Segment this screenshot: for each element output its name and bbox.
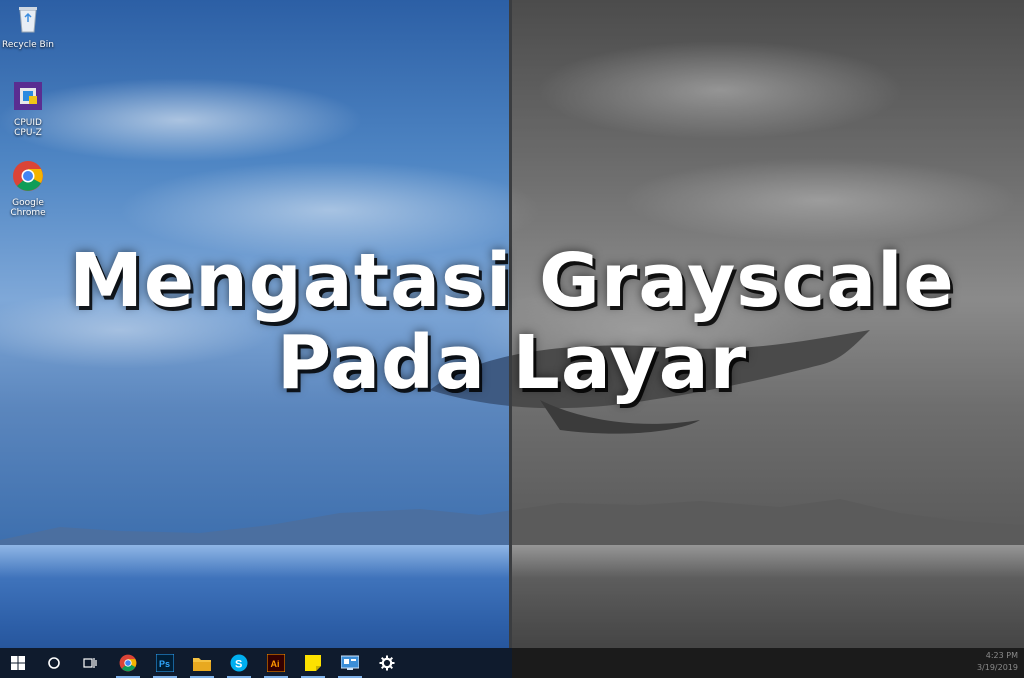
- taskbar-chrome[interactable]: [110, 648, 146, 678]
- clock-time: 4:23 PM: [985, 651, 1018, 660]
- taskbar-settings[interactable]: [369, 648, 405, 678]
- desktop-icon-recycle-bin[interactable]: Recycle Bin: [2, 2, 54, 50]
- chrome-label-line2: Chrome: [10, 208, 46, 218]
- task-view-button[interactable]: [72, 648, 108, 678]
- skype-icon: S: [230, 654, 248, 672]
- illustrator-icon: Ai: [267, 654, 285, 672]
- chrome-icon: [13, 161, 43, 191]
- clock-date: 3/19/2019: [976, 663, 1018, 672]
- desktop-icon-cpuz[interactable]: CPUID CPU-Z: [2, 80, 54, 138]
- taskbar-skype[interactable]: S: [221, 648, 257, 678]
- svg-text:S: S: [235, 659, 242, 671]
- svg-text:Ai: Ai: [271, 659, 280, 669]
- file-explorer-icon: [193, 658, 211, 671]
- recycle-bin-label: Recycle Bin: [2, 40, 54, 50]
- title-line-2: Pada Layar: [276, 320, 748, 406]
- recycle-bin-icon: [19, 7, 37, 33]
- svg-text:Ps: Ps: [159, 659, 170, 669]
- cortana-search-icon: [48, 657, 60, 669]
- start-button[interactable]: [0, 648, 36, 678]
- windows-start-icon: [11, 656, 25, 670]
- title-line-1: Mengatasi Grayscale: [69, 238, 955, 324]
- control-panel-icon: [341, 655, 359, 670]
- taskbar-file-explorer[interactable]: [184, 648, 220, 678]
- cpuz-icon: [14, 82, 42, 110]
- photoshop-icon: Ps: [156, 654, 174, 672]
- sticky-notes-icon: [305, 655, 321, 671]
- cpuz-label-line1: CPUID: [14, 118, 42, 128]
- taskbar-photoshop[interactable]: Ps: [147, 648, 183, 678]
- taskbar-sticky-notes[interactable]: [295, 648, 331, 678]
- chrome-label-line1: Google: [12, 198, 44, 208]
- taskbar-control-panel[interactable]: [332, 648, 368, 678]
- cortana-button[interactable]: [36, 648, 72, 678]
- article-title: Mengatasi Grayscale Pada Layar: [0, 240, 1024, 404]
- settings-gear-icon: [379, 655, 395, 671]
- cpuz-label-line2: CPU-Z: [14, 128, 42, 138]
- system-clock[interactable]: 4:23 PM 3/19/2019: [977, 650, 1018, 674]
- taskbar-grayscale-section: 4:23 PM 3/19/2019: [512, 648, 1024, 678]
- taskbar-illustrator[interactable]: Ai: [258, 648, 294, 678]
- desktop-icon-google-chrome[interactable]: Google Chrome: [2, 160, 54, 218]
- chrome-icon: [119, 654, 137, 672]
- task-view-icon: [83, 658, 97, 668]
